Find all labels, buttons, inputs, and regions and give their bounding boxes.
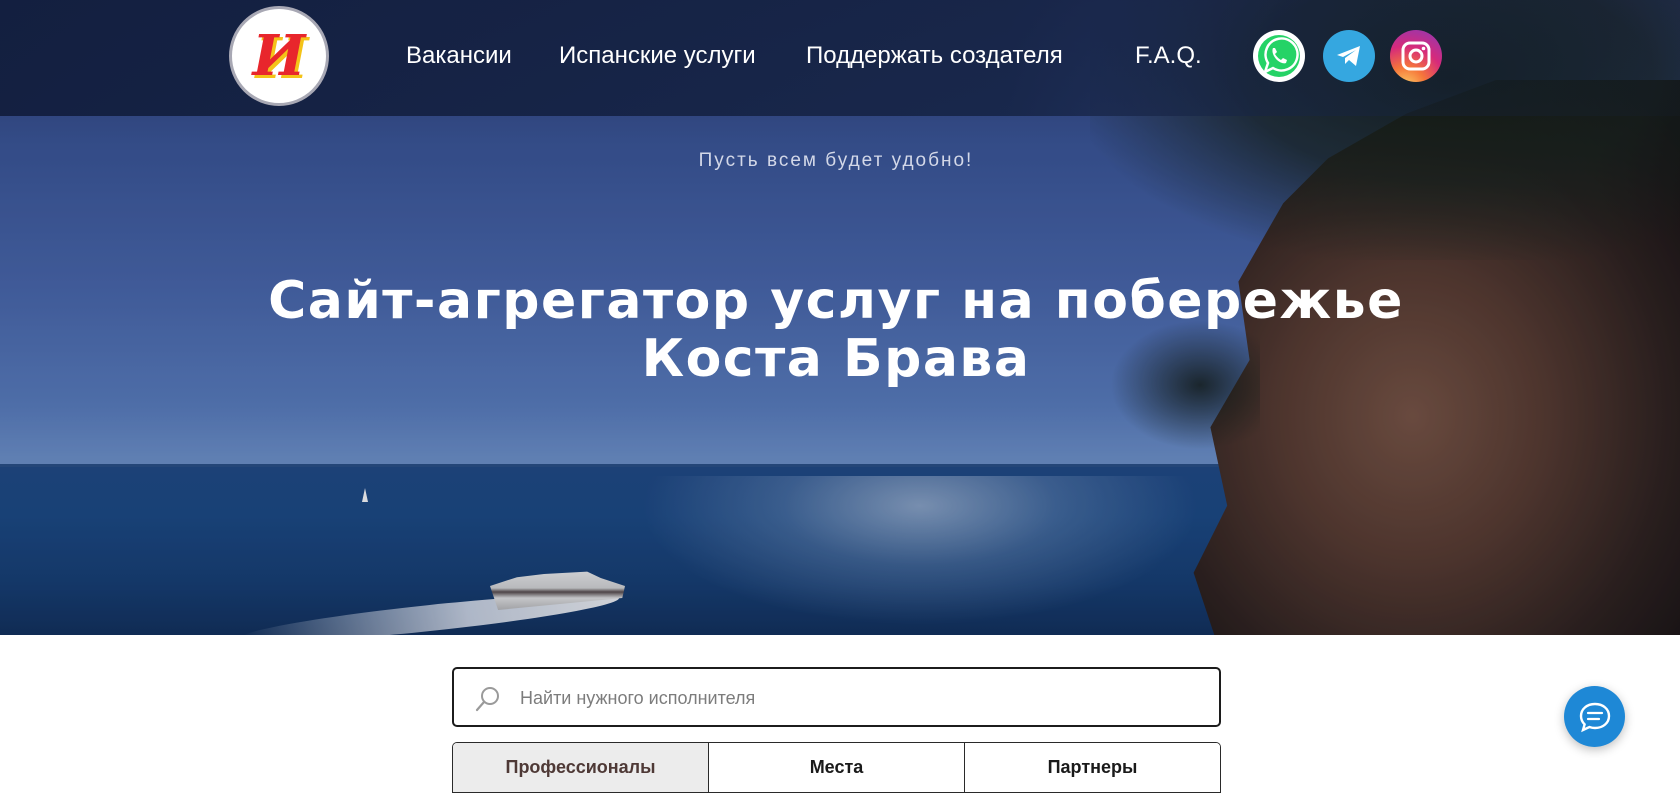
search-icon xyxy=(475,687,499,712)
instagram-button[interactable] xyxy=(1390,30,1442,82)
chat-bubble-icon xyxy=(1579,702,1610,732)
hero-title-line-2: Коста Брава xyxy=(641,329,1031,389)
instagram-icon xyxy=(1401,41,1431,71)
nav-link-vacancies[interactable]: Вакансии xyxy=(406,40,512,72)
whatsapp-icon xyxy=(1258,35,1300,77)
nav-link-faq[interactable]: F.A.Q. xyxy=(1135,40,1202,72)
nav-link-support-creator[interactable]: Поддержать создателя xyxy=(806,40,1063,72)
category-tabs: Профессионалы Места Партнеры xyxy=(452,742,1221,793)
nav-link-spanish-services[interactable]: Испанские услуги xyxy=(559,40,756,72)
hero-title-line-1: Сайт-агрегатор услуг на побережье xyxy=(268,271,1404,331)
logo-letter: И xyxy=(252,23,306,89)
hero-tagline: Пусть всем будет удобно! xyxy=(698,150,974,171)
tab-professionals[interactable]: Профессионалы xyxy=(453,743,709,792)
telegram-button[interactable] xyxy=(1323,30,1375,82)
site-header: И Вакансии Испанские услуги Поддержать с… xyxy=(0,0,1680,116)
chat-button[interactable] xyxy=(1564,686,1625,747)
search-box xyxy=(452,667,1221,727)
telegram-icon xyxy=(1337,46,1360,66)
tab-places[interactable]: Места xyxy=(709,743,965,792)
search-input[interactable] xyxy=(520,679,1200,717)
whatsapp-button[interactable] xyxy=(1253,30,1305,82)
site-logo[interactable]: И xyxy=(229,6,329,106)
tab-partners[interactable]: Партнеры xyxy=(965,743,1220,792)
hero-title: Сайт-агрегатор услуг на побережье Коста … xyxy=(0,272,1672,388)
